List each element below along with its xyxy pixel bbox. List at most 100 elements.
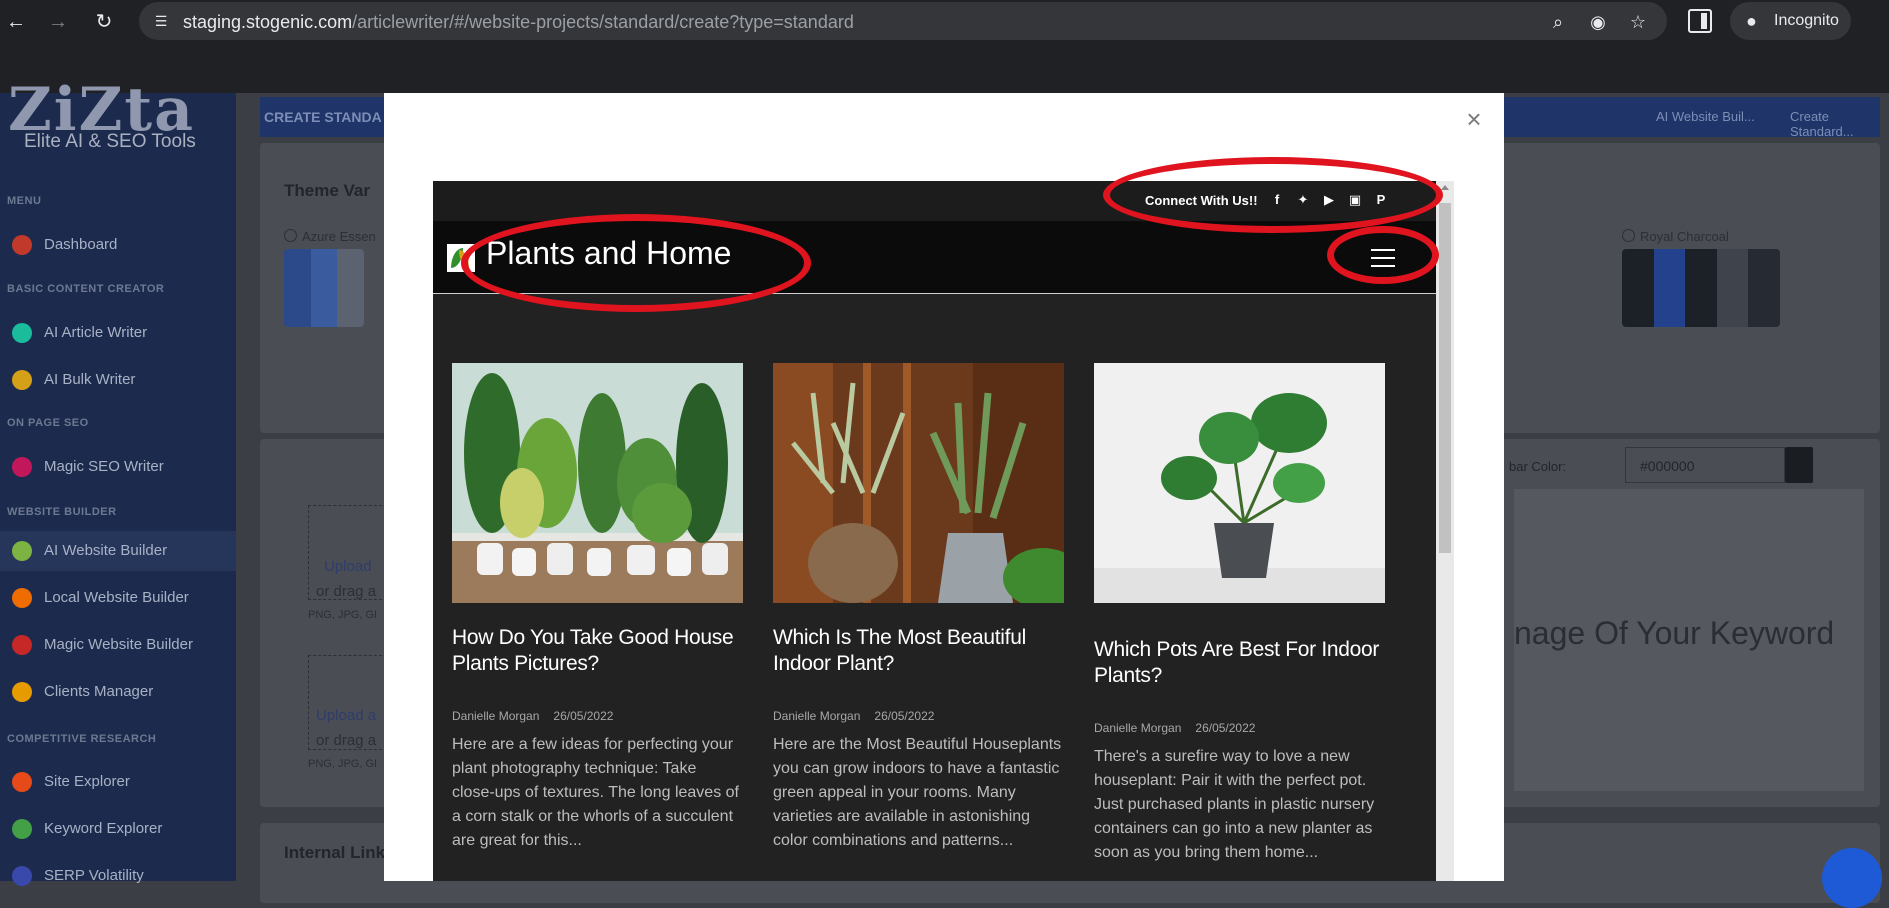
sidebar-item-clients-manager[interactable]: Clients Manager [0,672,236,712]
sidebar-item-magic-website-builder[interactable]: Magic Website Builder [0,625,236,665]
sidebar-item-ai-website-builder[interactable]: AI Website Builder [0,531,236,571]
hamburger-menu-icon[interactable] [1371,249,1395,267]
breadcrumb-item[interactable]: Create Standard... [1790,109,1880,139]
post-author: Danielle Morgan [452,709,540,723]
website-preview-frame[interactable]: Connect With Us!! f ✦ ▶ ▣ P Plants and H… [433,181,1454,881]
url-path: /articlewriter/#/website-projects/standa… [352,12,854,32]
sidebar-item-keyword-explorer[interactable]: Keyword Explorer [0,809,236,849]
post-title[interactable]: How Do You Take Good House Plants Pictur… [452,625,743,677]
browser-toolbar: ← → ↻ ☰ staging.stogenic.com/articlewrit… [0,0,1889,93]
theme-swatch-left[interactable] [284,249,364,327]
post-author: Danielle Morgan [1094,721,1182,735]
chat-widget-button[interactable] [1822,848,1882,908]
sidebar-item-magic-seo-writer[interactable]: Magic SEO Writer [0,447,236,487]
drag-text-2: or drag a [316,732,377,749]
url-text[interactable]: staging.stogenic.com/articlewriter/#/web… [183,12,854,33]
local-builder-icon [12,588,32,608]
facebook-icon[interactable]: f [1269,192,1285,208]
youtube-icon[interactable]: ▶ [1321,192,1337,208]
post-date: 26/05/2022 [1195,721,1256,735]
bar-color-label: bar Color: [1509,459,1567,474]
reload-icon[interactable]: ↻ [90,8,118,36]
eye-slash-icon[interactable]: ◉ [1587,11,1609,33]
website-builder-icon [12,541,32,561]
post-image-monstera[interactable] [1094,363,1385,603]
breadcrumb-item[interactable]: AI Website Buil... [1656,109,1755,124]
bar-color-picker[interactable] [1785,447,1813,483]
preview-scrollbar[interactable] [1436,181,1454,881]
theme-option-royal-charcoal[interactable]: Royal Charcoal [1622,229,1729,244]
theme-swatch-royal-charcoal[interactable] [1622,249,1780,327]
serp-volatility-icon [12,866,32,886]
sidebar-item-local-website-builder[interactable]: Local Website Builder [0,578,236,618]
upload-formats: PNG, JPG, GI [308,609,378,621]
site-settings-icon[interactable]: ☰ [151,11,171,31]
post-meta: Danielle Morgan 26/05/2022 [1094,721,1255,735]
sidebar-item-label: Magic SEO Writer [44,458,164,475]
connect-text: Connect With Us!! [1145,193,1258,208]
internal-links-title: Internal Link [284,843,386,862]
scroll-up-arrow-icon[interactable] [1441,185,1449,190]
preview-site-header: Plants and Home [433,221,1436,294]
bulk-writer-icon [12,370,32,390]
post-author: Danielle Morgan [773,709,861,723]
back-arrow-icon[interactable]: ← [2,8,30,36]
scrollbar-thumb[interactable] [1439,203,1451,553]
forward-arrow-icon[interactable]: → [44,8,72,36]
app-logo-subtitle: Elite AI & SEO Tools [24,131,196,152]
monstera-photo [1094,363,1385,603]
post-meta: Danielle Morgan 26/05/2022 [773,709,934,723]
sidebar-item-label: AI Article Writer [44,324,148,341]
magic-builder-icon [12,635,32,655]
sidebar-item-label: Clients Manager [44,683,154,700]
menu-heading: ON PAGE SEO [7,417,89,429]
page-title: CREATE STANDA [264,109,382,125]
site-explorer-icon [12,772,32,792]
upload-link-2[interactable]: Upload a [316,707,376,724]
instagram-icon[interactable]: ▣ [1347,192,1363,208]
post-date: 26/05/2022 [553,709,614,723]
sidebar: ZiZta Elite AI & SEO Tools MENU Dashboar… [0,75,236,886]
post-excerpt: Here are a few ideas for perfecting your… [452,736,739,849]
theme-card-title: Theme Var [284,181,370,200]
post-title[interactable]: Which Pots Are Best For Indoor Plants? [1094,637,1385,689]
bar-color-input[interactable]: #000000 [1625,447,1785,483]
sidebar-item-label: Site Explorer [44,773,130,790]
sidebar-item-ai-article-writer[interactable]: AI Article Writer [0,313,236,353]
pinterest-icon[interactable]: P [1373,192,1389,208]
sidebar-item-site-explorer[interactable]: Site Explorer [0,762,236,802]
incognito-label: Incognito [1774,12,1839,29]
sidebar-item-ai-bulk-writer[interactable]: AI Bulk Writer [0,360,236,400]
sidebar-item-serp-volatility[interactable]: SERP Volatility [0,856,236,896]
incognito-icon: ● [1746,11,1757,31]
bookmark-star-icon[interactable]: ☆ [1627,11,1649,33]
zoom-icon[interactable]: ⌕ [1547,11,1569,33]
upload-link[interactable]: Upload [324,558,372,575]
theme-option-left[interactable]: Azure Essen [284,229,376,244]
keyword-image-preview: nage Of Your Keyword [1514,489,1864,791]
post-meta: Danielle Morgan 26/05/2022 [452,709,613,723]
post-title[interactable]: Which Is The Most Beautiful Indoor Plant… [773,625,1064,677]
sidebar-item-label: Magic Website Builder [44,636,193,653]
site-logo[interactable] [447,244,475,272]
sidebar-item-label: AI Bulk Writer [44,371,136,388]
post-image-houseplants[interactable] [452,363,743,603]
upload-formats-2: PNG, JPG, GI [308,758,378,770]
snake-plant-photo [773,363,1064,603]
post-excerpt: There's a surefire way to love a new hou… [1094,748,1375,861]
theme-preview-modal: × Connect With Us!! f ✦ ▶ ▣ P Plants and… [384,93,1504,881]
incognito-badge[interactable]: ● Incognito [1730,2,1851,40]
side-panel-icon[interactable] [1688,9,1712,33]
sidebar-item-label: Local Website Builder [44,589,189,606]
menu-heading: BASIC CONTENT CREATOR [7,283,165,295]
twitter-icon[interactable]: ✦ [1295,192,1311,208]
menu-heading: MENU [7,195,42,207]
sidebar-item-dashboard[interactable]: Dashboard [0,225,236,265]
post-image-snake-plant[interactable] [773,363,1064,603]
dashboard-icon [12,235,32,255]
address-bar[interactable]: ☰ staging.stogenic.com/articlewriter/#/w… [139,2,1667,40]
site-name[interactable]: Plants and Home [486,235,731,272]
preview-top-strip: Connect With Us!! f ✦ ▶ ▣ P [433,181,1436,221]
sidebar-item-label: Dashboard [44,236,118,253]
close-icon[interactable]: × [1462,106,1486,132]
